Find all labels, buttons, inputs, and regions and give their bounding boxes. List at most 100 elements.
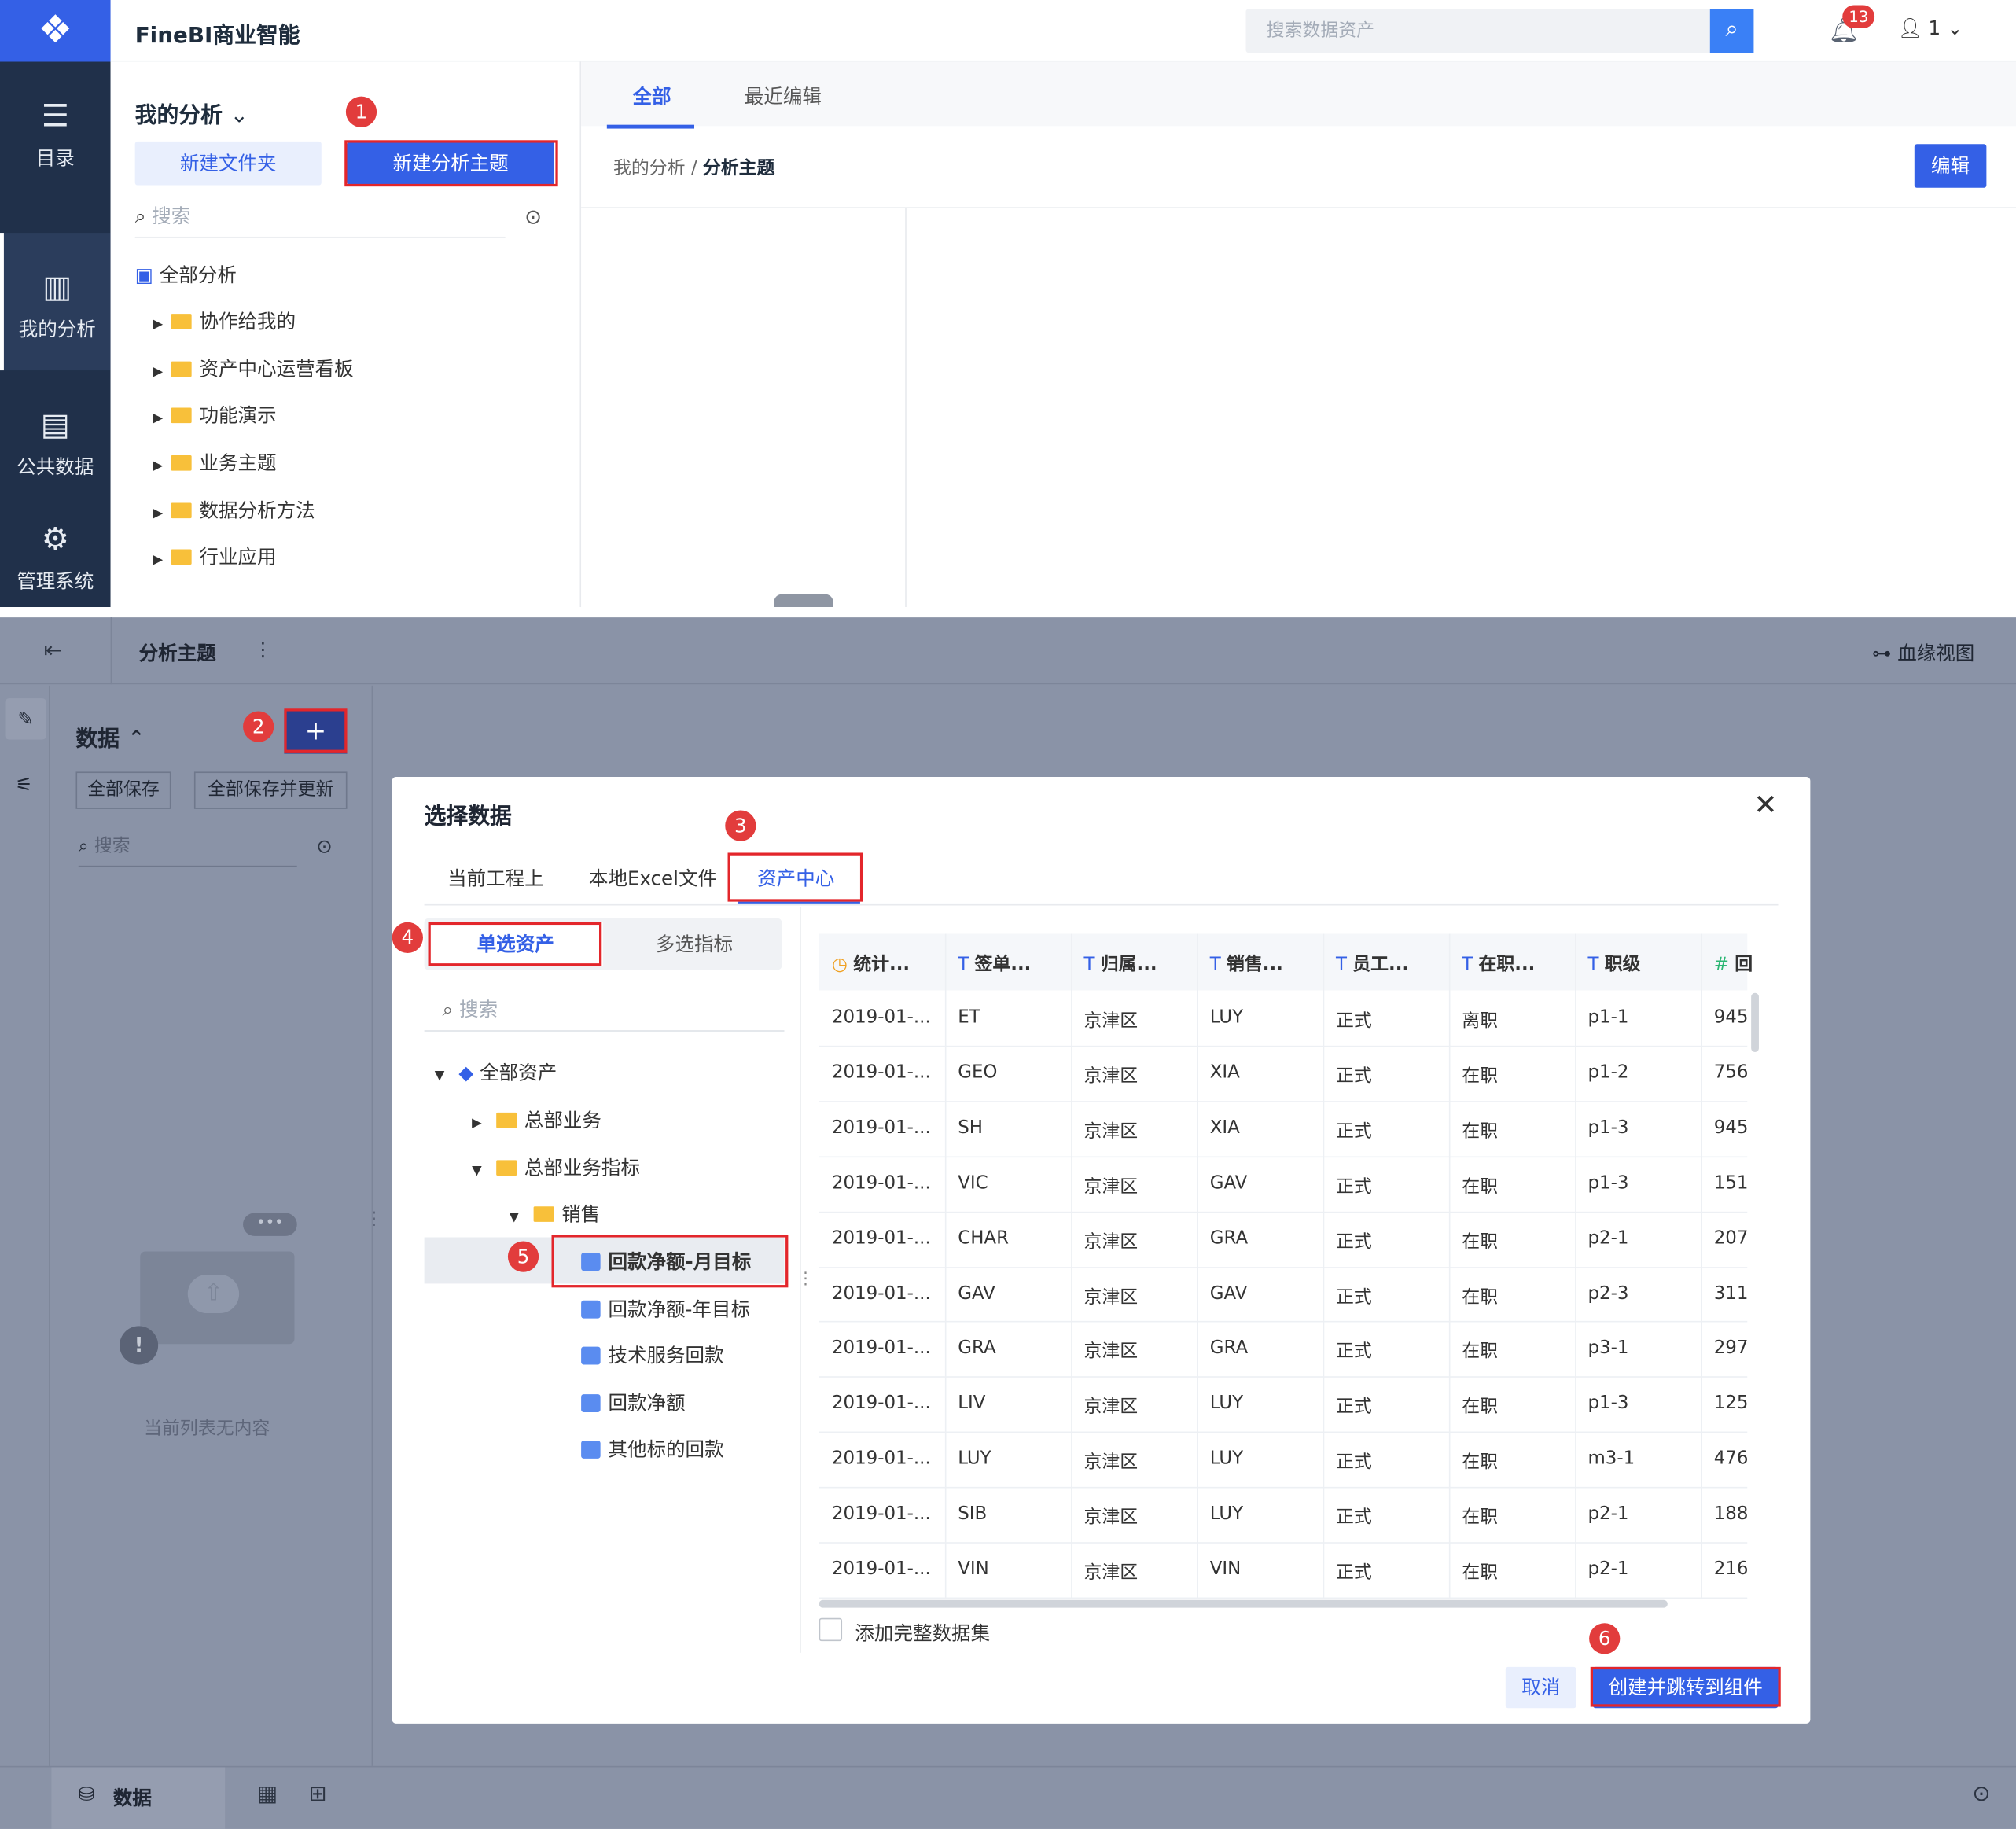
resize-handle-icon[interactable]: ⋮ xyxy=(365,1209,383,1230)
edit-button[interactable]: 编辑 xyxy=(1914,144,1987,188)
add-data-button[interactable]: + xyxy=(284,709,348,754)
folder-icon xyxy=(171,502,192,518)
tree-item[interactable]: ▶ 协作给我的 xyxy=(153,309,296,335)
lineage-icon: ⊶ xyxy=(1871,642,1892,665)
table-cell: 188( xyxy=(1713,1503,1748,1525)
tree-item[interactable]: ▶ 功能演示 xyxy=(153,403,277,429)
table-cell: 正式 xyxy=(1335,1452,1372,1473)
content-area: 全部 最近编辑 我的分析 / 分析主题 编辑 xyxy=(581,61,2016,608)
new-folder-button[interactable]: 新建文件夹 xyxy=(134,141,322,186)
tree-item[interactable]: ▼ 总部业务指标 xyxy=(472,1155,640,1181)
top-screen: ❖ ☰ 目录 ▥ 我的分析 ▤ 公共数据 ⚙ 管理系统 FineBI商业智能 搜… xyxy=(0,0,2016,608)
column-divider xyxy=(1323,933,1325,1598)
asset-search-input[interactable]: ⌕ 搜索 xyxy=(424,990,785,1032)
table-cell: 207! xyxy=(1713,1228,1748,1249)
row-divider xyxy=(819,1101,1748,1102)
add-full-dataset-checkbox[interactable] xyxy=(819,1617,843,1642)
column-type-icon: T xyxy=(1209,954,1227,975)
data-title: 数据 ⌃ xyxy=(75,727,146,753)
table-cell: 正式 xyxy=(1335,1010,1372,1032)
topic-title[interactable]: 分析主题 xyxy=(139,639,216,666)
table-cell: 2019-01-... xyxy=(831,1283,931,1305)
search-icon: ⌕ xyxy=(78,836,89,857)
new-topic-button[interactable]: 新建分析主题 xyxy=(347,141,554,186)
table-cell: 2019-01-... xyxy=(831,1172,931,1194)
vertical-scrollbar[interactable] xyxy=(1751,992,1759,1053)
more-icon[interactable]: ⊙ xyxy=(316,835,333,858)
column-divider xyxy=(1448,933,1451,1598)
global-search-input[interactable]: 搜索数据资产 ⌕ xyxy=(1245,9,1754,53)
panel-search-input[interactable]: ⌕ 搜索 xyxy=(134,198,506,238)
save-update-button[interactable]: 全部保存并更新 xyxy=(193,771,348,809)
tree-leaf-selected[interactable]: 回款净额-月目标 xyxy=(581,1249,751,1275)
horizontal-scrollbar[interactable] xyxy=(819,1599,1668,1608)
table-cell: 正式 xyxy=(1335,1121,1372,1143)
expand-icon[interactable]: ⊙ xyxy=(1972,1781,1990,1807)
exit-icon[interactable]: ⇤ xyxy=(44,638,62,664)
search-button[interactable]: ⌕ xyxy=(1709,9,1754,53)
table-cell: 在职 xyxy=(1462,1341,1499,1363)
caret-down-icon: ▼ xyxy=(472,1164,482,1179)
close-icon[interactable]: ✕ xyxy=(1753,789,1777,822)
filter-icon[interactable]: ⚟ xyxy=(16,773,33,796)
tree-item[interactable]: ▶ 行业应用 xyxy=(153,544,277,570)
tab-recent[interactable]: 最近编辑 xyxy=(745,83,822,109)
editor-header: ⇤ 分析主题 ⋮ ⊶ 血缘视图 xyxy=(0,617,2016,685)
add-dashboard-icon[interactable]: ⊞ xyxy=(308,1781,326,1807)
create-and-go-button[interactable]: 创建并跳转到组件 xyxy=(1593,1666,1779,1709)
tree-item[interactable]: ▶ 资产中心运营看板 xyxy=(153,356,354,382)
public-data-icon: ▤ xyxy=(40,406,70,443)
panel-title[interactable]: 我的分析 ⌄ xyxy=(135,97,248,129)
sidebar-item-public-data[interactable]: ▤ 公共数据 xyxy=(0,370,111,508)
column-type-icon: T xyxy=(1462,954,1479,975)
step-badge: 6 xyxy=(1589,1623,1621,1654)
tree-leaf[interactable]: 回款净额 xyxy=(581,1390,686,1416)
cancel-button[interactable]: 取消 xyxy=(1505,1666,1576,1709)
tree-item[interactable]: ▶ 业务主题 xyxy=(153,450,277,476)
tab-current-project[interactable]: 当前工程上 xyxy=(447,864,544,891)
collapse-handle[interactable] xyxy=(774,594,833,608)
tree-leaf[interactable]: 技术服务回款 xyxy=(581,1343,724,1369)
single-asset-tab[interactable]: 单选资产 xyxy=(428,922,603,966)
caret-right-icon: ▶ xyxy=(472,1116,482,1131)
tab-asset-center[interactable]: 资产中心 xyxy=(757,864,834,891)
tree-item[interactable]: ▶ 总部业务 xyxy=(472,1107,601,1133)
sidebar-item-catalog[interactable]: ☰ 目录 xyxy=(0,62,111,200)
column-divider xyxy=(1575,933,1576,1598)
more-icon[interactable]: ⋮ xyxy=(253,638,273,661)
app-logo[interactable]: ❖ xyxy=(0,0,111,62)
add-full-dataset-label: 添加完整数据集 xyxy=(855,1621,991,1646)
table-cell: 在职 xyxy=(1462,1452,1499,1473)
save-all-button[interactable]: 全部保存 xyxy=(75,771,171,809)
table-cell: 京津区 xyxy=(1083,1065,1139,1087)
row-divider xyxy=(819,1376,1748,1378)
sidebar-item-admin[interactable]: ⚙ 管理系统 xyxy=(0,508,111,607)
tree-root-all-analysis[interactable]: ▣ 全部分析 xyxy=(135,263,237,289)
dataset-icon xyxy=(581,1393,601,1412)
table-cell: 2019-01-... xyxy=(831,1117,931,1139)
edit-data-icon[interactable]: ✎ xyxy=(5,698,46,740)
collapse-icon[interactable]: ⌃ xyxy=(127,727,145,753)
user-icon: 👤︎ xyxy=(1897,17,1922,40)
tree-leaf[interactable]: 其他标的回款 xyxy=(581,1437,724,1463)
tab-local-excel[interactable]: 本地Excel文件 xyxy=(589,864,717,891)
tab-all[interactable]: 全部 xyxy=(633,83,671,109)
tree-item[interactable]: ▼ 销售 xyxy=(510,1202,601,1227)
multi-metric-tab[interactable]: 多选指标 xyxy=(611,922,778,966)
empty-illustration: ••• ⇧ ! xyxy=(120,1213,312,1380)
table-column-header: ◷ 统计... xyxy=(831,954,911,975)
breadcrumb: 我的分析 / 分析主题 xyxy=(613,158,775,179)
tree-item[interactable]: ▶ 数据分析方法 xyxy=(153,498,315,524)
layers-icon: ◆ xyxy=(458,1061,474,1084)
tree-leaf[interactable]: 回款净额-年目标 xyxy=(581,1297,750,1323)
resize-handle-icon[interactable]: ⋮ xyxy=(797,1269,814,1289)
breadcrumb-root[interactable]: 我的分析 xyxy=(613,158,686,178)
tree-root-all-assets[interactable]: ▼ ◆ 全部资产 xyxy=(435,1060,557,1086)
more-icon[interactable]: ⊙ xyxy=(524,204,542,229)
lineage-view-button[interactable]: ⊶ 血缘视图 xyxy=(1872,639,1974,666)
add-component-icon[interactable]: ▦ xyxy=(257,1781,278,1807)
sidebar-item-my-analysis[interactable]: ▥ 我的分析 xyxy=(0,233,111,371)
user-menu[interactable]: 👤︎ 1 ⌄ xyxy=(1898,17,1963,39)
data-search-input[interactable]: ⌕ 搜索 xyxy=(78,830,297,867)
footer-tab-data[interactable]: ⛁ 数据 xyxy=(51,1767,226,1829)
